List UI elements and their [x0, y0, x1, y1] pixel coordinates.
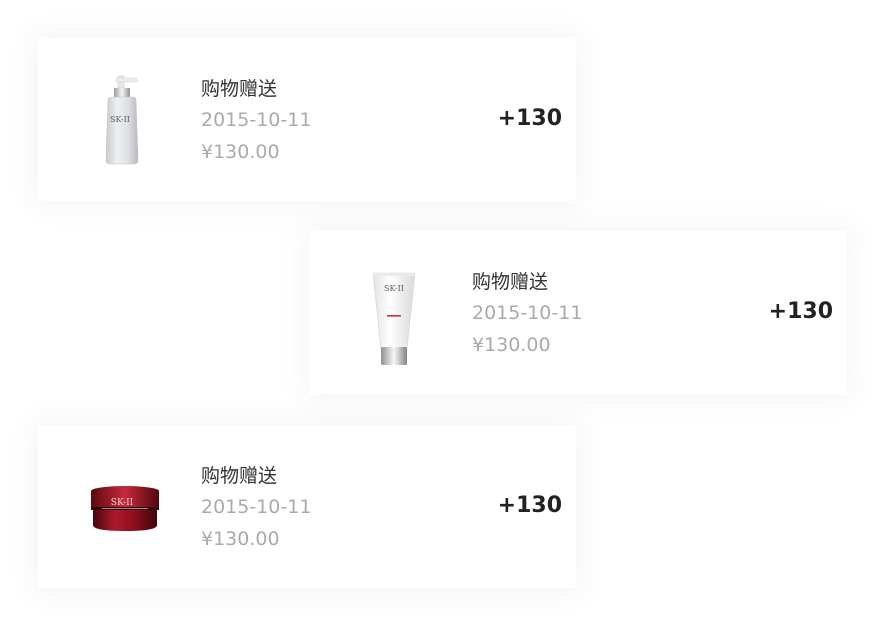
cream-tube-icon: SK-II — [372, 272, 416, 365]
cream-jar-icon: SK-II — [91, 486, 159, 531]
record-date: 2015-10-11 — [201, 496, 312, 518]
points-value: +130 — [497, 106, 562, 131]
record-amount: ¥130.00 — [472, 334, 551, 356]
points-value: +130 — [497, 493, 562, 518]
brand-logo: SK-II — [110, 115, 130, 124]
record-amount: ¥130.00 — [201, 141, 280, 163]
record-title: 购物赠送 — [201, 78, 278, 100]
points-record-card[interactable]: SK-II 购物赠送 2015-10-11 ¥130.00 +130 — [38, 425, 576, 588]
record-date: 2015-10-11 — [201, 109, 312, 131]
product-thumbnail: SK-II — [349, 253, 439, 373]
record-title: 购物赠送 — [472, 271, 549, 293]
product-thumbnail: SK-II — [78, 447, 168, 567]
product-thumbnail: SK-II — [78, 60, 168, 180]
record-date: 2015-10-11 — [472, 302, 583, 324]
record-title: 购物赠送 — [201, 465, 278, 487]
points-record-card[interactable]: SK-II 购物赠送 2015-10-11 ¥130.00 +130 — [309, 231, 847, 394]
record-amount: ¥130.00 — [201, 528, 280, 550]
pump-bottle-icon: SK-II — [105, 75, 139, 165]
points-value: +130 — [768, 299, 833, 324]
points-record-card[interactable]: SK-II 购物赠送 2015-10-11 ¥130.00 +130 — [38, 38, 576, 201]
brand-logo: SK-II — [111, 498, 134, 508]
brand-logo: SK-II — [384, 284, 404, 293]
